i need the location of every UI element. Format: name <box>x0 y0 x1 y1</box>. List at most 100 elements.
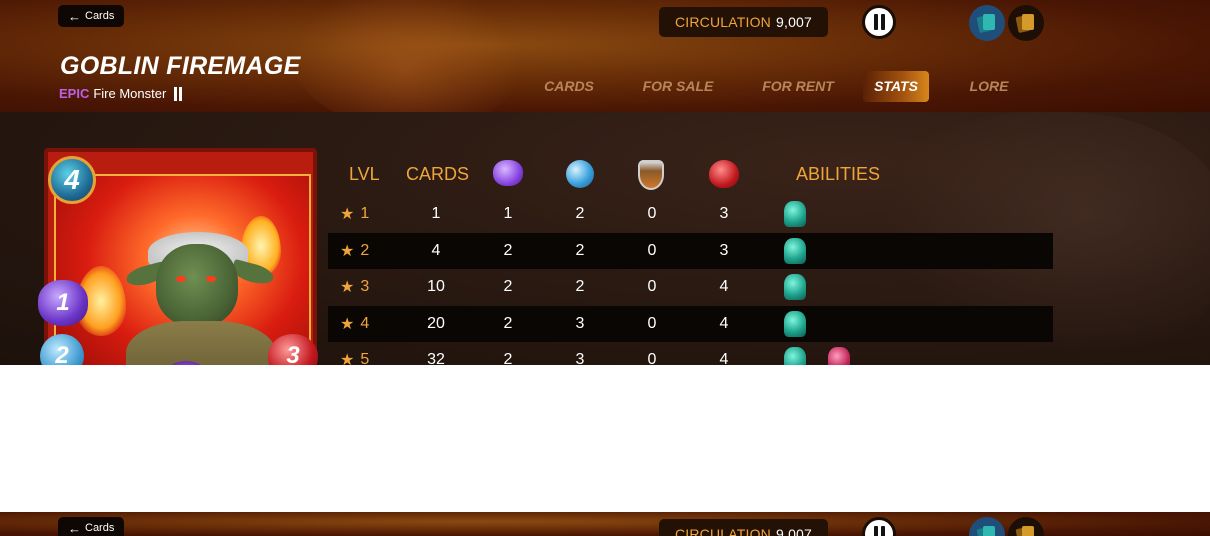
cards-value: 20 <box>427 314 445 332</box>
star-icon: ★ <box>340 352 355 365</box>
circulation-value: 9,007 <box>776 14 813 30</box>
regular-foil-icon[interactable] <box>969 5 1005 41</box>
ability-icon[interactable] <box>784 347 806 365</box>
abilities-cell <box>784 306 904 343</box>
card-tabs: CARDS FOR SALE FOR RENT STATS LORE <box>525 70 1024 102</box>
abilities-cell <box>784 269 904 306</box>
stats-row: ★ 3 10 2 2 0 4 <box>328 269 1053 306</box>
health-value: 4 <box>719 351 729 365</box>
level-value: 1 <box>360 205 370 223</box>
card-type: Fire Monster <box>93 86 167 101</box>
header-banner-repeat: ← Cards CIRCULATION 9,007 <box>0 512 1210 536</box>
ability-icon[interactable] <box>828 347 850 365</box>
card-title: GOBLIN FIREMAGE <box>60 52 301 80</box>
ability-icon[interactable] <box>784 201 806 228</box>
armor-value: 0 <box>647 278 657 296</box>
health-icon <box>709 160 739 188</box>
ability-icon[interactable] <box>784 274 806 301</box>
speed-value: 3 <box>575 351 585 365</box>
stats-rows: ★ 1 1 1 2 0 3 ★ 2 4 2 2 0 3 ★ 3 10 2 2 0 4 ★ 4 20 2 3 0 4 ★ 5 32 2 3 0 4 <box>328 196 1053 365</box>
speed-icon <box>566 160 594 188</box>
circulation-value: 9,007 <box>776 526 813 536</box>
stats-row: ★ 2 4 2 2 0 3 <box>328 232 1053 270</box>
cards-value: 1 <box>431 205 441 223</box>
gold-foil-icon[interactable] <box>1008 517 1044 536</box>
magic-value: 2 <box>503 351 513 365</box>
speed-value: 2 <box>575 205 585 223</box>
cards-value: 10 <box>427 278 445 296</box>
star-icon: ★ <box>340 315 355 333</box>
rarity-label: EPIC <box>59 86 90 101</box>
magic-value: 2 <box>503 278 513 296</box>
armor-value: 0 <box>647 205 657 223</box>
back-label: Cards <box>85 10 115 22</box>
health-value: 3 <box>719 241 729 259</box>
ability-icon[interactable] <box>784 310 806 337</box>
arrow-left-icon: ← <box>68 8 81 24</box>
back-to-cards-button[interactable]: ← Cards <box>58 5 125 27</box>
star-icon: ★ <box>340 206 355 224</box>
stats-row: ★ 1 1 1 2 0 3 <box>328 196 1053 233</box>
regular-foil-icon[interactable] <box>969 517 1005 536</box>
level-value: 4 <box>360 314 370 332</box>
magic-attack-icon: 1 <box>38 280 88 326</box>
level-value: 3 <box>360 278 370 296</box>
armor-value: 0 <box>647 241 657 259</box>
stats-row: ★ 5 32 2 3 0 4 <box>328 342 1053 365</box>
level-cell: ★ 2 <box>340 233 390 270</box>
circulation-badge: CIRCULATION 9,007 <box>659 519 828 536</box>
circulation-badge: CIRCULATION 9,007 <box>659 7 828 37</box>
speed-value: 2 <box>575 278 585 296</box>
star-icon: ★ <box>340 279 355 297</box>
stats-panel: 4 1 2 3 LVL CARDS ABILITIES ★ 1 1 1 2 0 3 ★ 2 4 2 2… <box>0 112 1210 365</box>
header-abilities: ABILITIES <box>796 164 881 184</box>
level-cell: ★ 5 <box>340 342 390 365</box>
ability-icon[interactable] <box>784 237 806 264</box>
circulation-label: CIRCULATION <box>674 526 771 536</box>
magic-value: 1 <box>503 205 513 223</box>
tab-for-sale[interactable]: FOR SALE <box>623 71 733 102</box>
card-art <box>54 174 311 365</box>
flame-decoration <box>290 0 520 112</box>
speed-value: 3 <box>575 314 585 332</box>
magic-value: 2 <box>503 314 513 332</box>
tab-lore[interactable]: LORE <box>954 71 1024 102</box>
magic-value: 2 <box>503 241 513 259</box>
level-cell: ★ 3 <box>340 269 390 306</box>
magic-icon <box>493 160 523 186</box>
circulation-label: CIRCULATION <box>674 14 771 30</box>
header-banner: ← Cards CIRCULATION 9,007 GOBLIN FIREMAG… <box>0 0 1210 112</box>
card-subtitle: EPIC Fire Monster <box>59 86 183 101</box>
back-label: Cards <box>85 522 115 534</box>
speed-value: 2 <box>575 241 585 259</box>
abilities-cell <box>784 342 904 365</box>
health-value: 4 <box>719 314 729 332</box>
edition-icon[interactable] <box>862 5 896 39</box>
star-icon: ★ <box>340 242 355 260</box>
armor-value: 0 <box>647 351 657 365</box>
armor-value: 0 <box>647 314 657 332</box>
tab-cards[interactable]: CARDS <box>525 71 613 102</box>
cards-value: 32 <box>427 351 445 365</box>
health-value: 4 <box>719 278 729 296</box>
stats-header-row: LVL CARDS ABILITIES <box>328 156 1053 196</box>
mana-cost-icon: 4 <box>48 156 96 204</box>
level-value: 5 <box>360 351 370 365</box>
stats-table: LVL CARDS ABILITIES ★ 1 1 1 2 0 3 ★ 2 4 2 2 0 3 ★ 3 10 2 2… <box>328 156 1053 365</box>
abilities-cell <box>784 233 904 270</box>
back-to-cards-button[interactable]: ← Cards <box>58 517 125 536</box>
blank-area <box>0 365 1210 512</box>
tab-for-rent[interactable]: FOR RENT <box>743 71 853 102</box>
edition-icon[interactable] <box>862 517 896 536</box>
arrow-left-icon: ← <box>68 520 81 536</box>
tab-stats[interactable]: STATS <box>863 70 929 102</box>
cards-value: 4 <box>431 241 441 259</box>
abilities-cell <box>784 196 904 233</box>
level-cell: ★ 1 <box>340 196 390 233</box>
level-cell: ★ 4 <box>340 306 390 343</box>
edition-mini-icon <box>174 86 183 101</box>
level-value: 2 <box>360 241 370 259</box>
armor-icon <box>638 160 664 190</box>
gold-foil-icon[interactable] <box>1008 5 1044 41</box>
header-lvl: LVL <box>349 164 380 184</box>
